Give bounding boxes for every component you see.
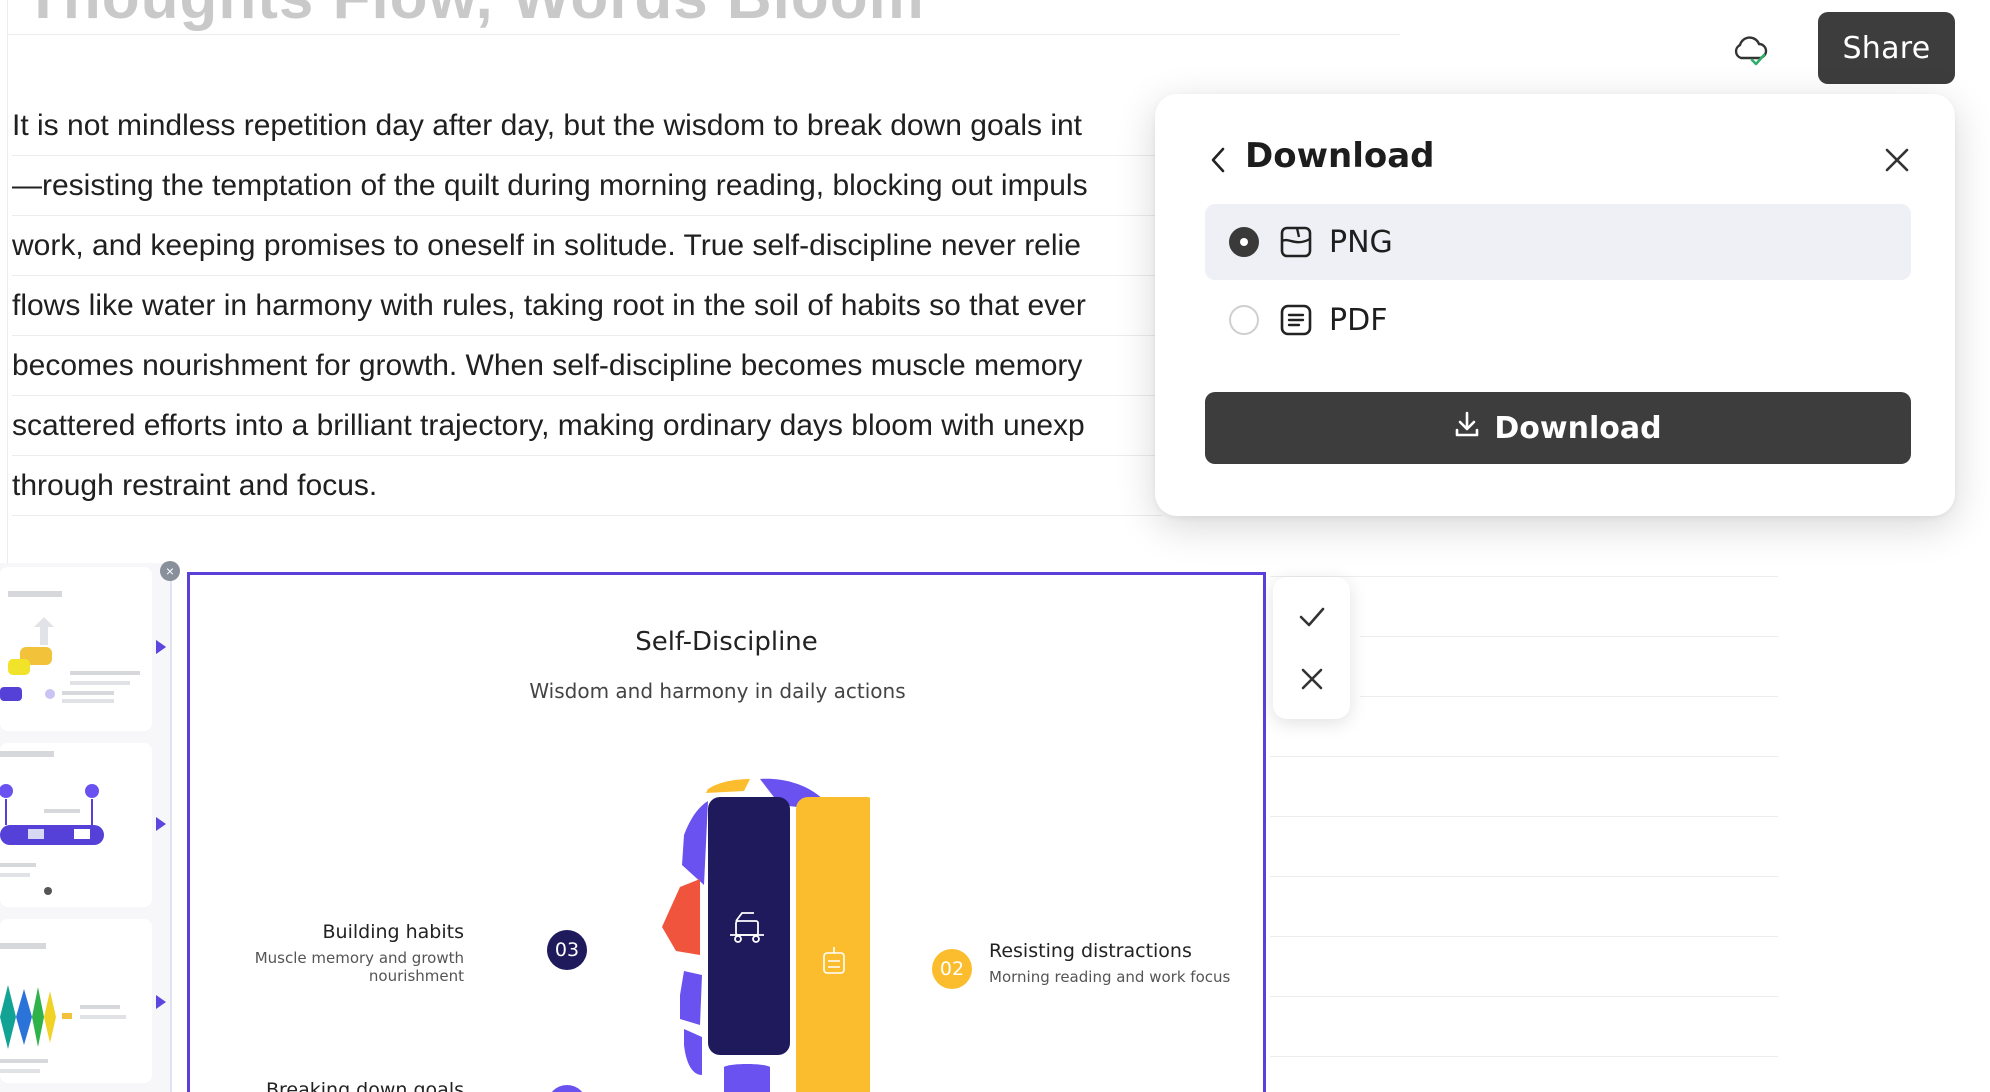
template-thumbnail-strip — [0, 563, 172, 1092]
infographic-canvas[interactable]: Self-Discipline Wisdom and harmony in da… — [187, 572, 1266, 1092]
thumbnail-arrow — [156, 817, 166, 831]
template-thumbnail[interactable] — [0, 567, 152, 731]
share-button[interactable]: Share — [1818, 12, 1955, 84]
format-label-png: PNG — [1329, 224, 1393, 260]
confirm-check-icon[interactable] — [1291, 596, 1333, 638]
format-option-pdf[interactable]: PDF — [1205, 282, 1911, 358]
document-icon — [1279, 303, 1313, 337]
format-label-pdf: PDF — [1329, 302, 1388, 338]
item-number-badge: 02 — [932, 949, 972, 989]
item-title: Resisting distractions — [989, 940, 1192, 962]
item-breaking-down-goals: Breaking down goals — [230, 1079, 464, 1092]
back-chevron-icon[interactable] — [1209, 140, 1237, 180]
rule-line — [1270, 576, 1778, 577]
radio-pdf[interactable] — [1229, 305, 1259, 335]
rule-line — [1270, 996, 1778, 997]
item-subtitle: Muscle memory and growth nourishment — [254, 949, 464, 985]
paragraph-line: It is not mindless repetition day after … — [12, 96, 1162, 156]
cancel-x-icon[interactable] — [1291, 658, 1333, 700]
download-icon — [1454, 410, 1480, 446]
head-illustration — [662, 778, 870, 1092]
popover-title: Download — [1245, 136, 1435, 176]
document-title: Thoughts Flow, Words Bloom — [24, 0, 925, 33]
paragraph-line: —resisting the temptation of the quilt d… — [12, 156, 1162, 216]
item-title: Breaking down goals — [266, 1079, 464, 1092]
rule-line — [1360, 696, 1778, 697]
paragraph-block[interactable]: It is not mindless repetition day after … — [12, 96, 1162, 516]
infographic-title: Self-Discipline — [635, 627, 818, 657]
download-button-label: Download — [1494, 410, 1662, 446]
item-number-badge — [547, 1085, 587, 1092]
download-popover: Download PNG PDF Download — [1155, 94, 1955, 516]
item-resisting-distractions: Resisting distractions Morning reading a… — [989, 940, 1249, 986]
rule-line — [1270, 876, 1778, 877]
thumbnail-arrow — [156, 640, 166, 654]
rule-line — [1270, 816, 1778, 817]
item-title: Building habits — [322, 921, 465, 943]
rule-line — [8, 34, 1400, 35]
insert-confirm-toolbar — [1273, 577, 1350, 719]
rule-line — [1270, 1056, 1778, 1057]
paragraph-line: scattered efforts into a brilliant traje… — [12, 396, 1162, 456]
paragraph-line: through restraint and focus. — [12, 456, 1162, 516]
rule-line — [1270, 936, 1778, 937]
close-thumbnails-icon[interactable]: × — [160, 561, 180, 581]
thumbnail-arrow — [156, 995, 166, 1009]
rule-line — [1360, 636, 1778, 637]
paragraph-line: work, and keeping promises to oneself in… — [12, 216, 1162, 276]
radio-png[interactable] — [1229, 227, 1259, 257]
cloud-sync-icon[interactable] — [1728, 28, 1772, 72]
infographic-subtitle: Wisdom and harmony in daily actions — [529, 679, 906, 703]
template-thumbnail[interactable] — [0, 743, 152, 907]
rule-line — [1270, 756, 1778, 757]
template-thumbnail[interactable] — [0, 919, 152, 1083]
image-icon — [1279, 225, 1313, 259]
item-number-badge: 03 — [547, 930, 587, 970]
download-button[interactable]: Download — [1205, 392, 1911, 464]
close-icon[interactable] — [1875, 138, 1919, 182]
paragraph-line: flows like water in harmony with rules, … — [12, 276, 1162, 336]
paragraph-line: becomes nourishment for growth. When sel… — [12, 336, 1162, 396]
item-building-habits: Building habits Muscle memory and growth… — [230, 921, 464, 985]
item-subtitle: Morning reading and work focus — [989, 968, 1231, 986]
format-option-png[interactable]: PNG — [1205, 204, 1911, 280]
